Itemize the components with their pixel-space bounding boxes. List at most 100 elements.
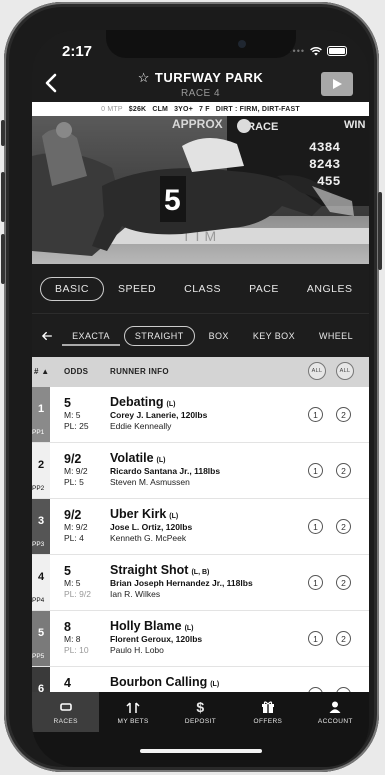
odds-cell: 5 M: 5 PL: 9/2 <box>64 564 112 600</box>
runner-row[interactable]: 3 PP3 9/2 M: 9/2 PL: 4 Uber Kirk (L) Jose L. Or… <box>32 499 369 555</box>
select-second-button[interactable]: 2 <box>336 631 351 646</box>
bet-tab-box[interactable]: BOX <box>199 327 239 345</box>
favorite-star-icon[interactable]: ☆ <box>138 70 150 86</box>
home-indicator <box>140 749 262 753</box>
power-button <box>378 192 382 270</box>
bet-tab-exacta[interactable]: EXACTA <box>62 327 120 346</box>
minutes-to-post: 0 MTP <box>101 105 123 113</box>
pool-line: PL: 10 <box>64 645 89 655</box>
select-all-first-button[interactable]: ALL <box>308 362 326 380</box>
horse-name: Straight Shot <box>110 563 189 577</box>
select-first-button[interactable]: 1 <box>308 463 323 478</box>
nav-my-bets-label: MY BETS <box>117 717 149 725</box>
race-class: CLM <box>152 105 169 113</box>
nav-races-label: RACES <box>53 717 78 725</box>
board-number: 4384 <box>309 140 340 155</box>
runner-row[interactable]: 5 PP5 8 M: 8 PL: 10 Holly Blame (L) Florent Ger… <box>32 611 369 667</box>
horse-name: Uber Kirk <box>110 507 167 521</box>
select-first-button[interactable]: 1 <box>308 631 323 646</box>
live-odds: 4 <box>64 676 71 690</box>
select-second-button[interactable]: 2 <box>336 519 351 534</box>
medication: (L) <box>156 457 166 464</box>
race-number: RACE 4 <box>180 88 221 99</box>
morning-line: M: 5 <box>64 410 81 420</box>
select-second-button[interactable]: 2 <box>336 463 351 478</box>
trainer: Steven M. Asmussen <box>110 477 190 487</box>
runner-info: Holly Blame (L) Florent Geroux, 120lbs Paul… <box>110 619 300 656</box>
bet-tab-key-box[interactable]: KEY BOX <box>243 327 305 345</box>
tab-basic[interactable]: BASIC <box>40 276 105 301</box>
post-column-header[interactable]: # ▲ <box>34 367 50 376</box>
post-position-badge: 2 PP2 <box>32 443 50 498</box>
volume-down-button <box>1 234 5 284</box>
post-position-badge: 5 PP5 <box>32 611 50 666</box>
race-header: ☆ TURFWAY PARK RACE 4 <box>32 68 369 104</box>
horse-name: Volatile <box>110 451 154 465</box>
live-odds: 8 <box>64 620 71 634</box>
medication: (L) <box>166 401 176 408</box>
trainer: Ian R. Wilkes <box>110 589 161 599</box>
board-approx: APPROX <box>172 117 223 131</box>
nav-account[interactable]: ACCOUNT <box>302 692 369 732</box>
phone-frame: 2:17 •••• ☆ TURFWAY PARK RACE 4 0 MTP $2… <box>1 2 382 772</box>
runner-column-label: RUNNER INFO <box>110 367 169 376</box>
tab-angles[interactable]: ANGLES <box>293 278 367 300</box>
jockey-weight: Ricardo Santana Jr., 118lbs <box>110 466 221 476</box>
live-odds: 9/2 <box>64 452 82 466</box>
nav-offers[interactable]: OFFERS <box>234 692 301 732</box>
medication: (L) <box>210 681 220 688</box>
runner-info: Debating (L) Corey J. Lanerie, 120lbs Eddie… <box>110 395 300 432</box>
play-video-button[interactable] <box>321 72 353 96</box>
trainer: Eddie Kenneally <box>110 421 172 431</box>
board-number: 8243 <box>309 157 340 172</box>
nav-races[interactable]: RACES <box>32 692 100 732</box>
tab-speed[interactable]: SPEED <box>104 278 170 300</box>
tab-pace[interactable]: PACE <box>235 278 293 300</box>
select-second-button[interactable]: 2 <box>336 575 351 590</box>
saddle-cloth-number: 5 <box>164 184 181 217</box>
program-position: PP4 <box>32 597 45 604</box>
trainer: Paulo H. Lobo <box>110 645 164 655</box>
live-odds: 5 <box>64 564 71 578</box>
bet-tab-wheel[interactable]: WHEEL <box>309 327 363 345</box>
my-bets-icon <box>126 701 140 713</box>
post-number: 2 <box>37 459 45 471</box>
tab-class[interactable]: CLASS <box>170 278 235 300</box>
track-title: ☆ TURFWAY PARK <box>32 70 369 86</box>
dollar-icon: $ <box>196 698 205 715</box>
select-all-second-button[interactable]: ALL <box>336 362 354 380</box>
odds-cell: 9/2 M: 9/2 PL: 4 <box>64 508 112 544</box>
medication: (L, B) <box>191 569 210 576</box>
bottom-navigation: RACES MY BETS $ DEPOSIT OFFERS ACCOUNT <box>32 692 369 767</box>
live-odds: 9/2 <box>64 508 82 522</box>
select-first-button[interactable]: 1 <box>308 575 323 590</box>
horse-name-line: Volatile (L) <box>110 451 300 465</box>
horse-name-line: Straight Shot (L, B) <box>110 563 300 577</box>
post-number: 4 <box>37 571 45 583</box>
bet-tab-straight[interactable]: STRAIGHT <box>123 326 195 346</box>
surface: DIRT : FIRM, DIRT-FAST <box>215 105 300 113</box>
runner-row[interactable]: 1 PP1 5 M: 5 PL: 25 Debating (L) Corey J. Laner… <box>32 387 369 443</box>
select-first-button[interactable]: 1 <box>308 519 323 534</box>
trainer: Kenneth G. McPeek <box>110 533 187 543</box>
post-number: 5 <box>37 627 45 639</box>
pool-line: PL: 9/2 <box>64 589 91 599</box>
age-restriction: 3YO+ <box>174 105 193 113</box>
runner-row[interactable]: 4 PP4 5 M: 5 PL: 9/2 Straight Shot (L, B) Brian… <box>32 555 369 611</box>
jockey-weight: Florent Geroux, 120lbs <box>110 634 203 644</box>
post-position-badge: 1 PP1 <box>32 387 50 442</box>
post-column-label: # <box>34 367 39 376</box>
select-first-button[interactable]: 1 <box>308 407 323 422</box>
distance: 7 F <box>199 105 210 113</box>
left-arrow-icon[interactable] <box>42 330 52 342</box>
nav-deposit[interactable]: $ DEPOSIT <box>167 692 234 732</box>
runner-row[interactable]: 2 PP2 9/2 M: 9/2 PL: 5 Volatile (L) Ricardo San… <box>32 443 369 499</box>
nav-account-label: ACCOUNT <box>317 717 353 725</box>
select-second-button[interactable]: 2 <box>336 407 351 422</box>
bet-type-tabs: EXACTA STRAIGHT BOX KEY BOX WHEEL <box>32 315 369 357</box>
post-number: 1 <box>37 403 45 415</box>
volume-up-button <box>1 172 5 222</box>
runner-info: Volatile (L) Ricardo Santana Jr., 118lbs St… <box>110 451 300 488</box>
race-info-bar: 0 MTP $26K CLM 3YO+ 7 F DIRT : FIRM, DIR… <box>32 102 369 116</box>
nav-my-bets[interactable]: MY BETS <box>99 692 166 732</box>
